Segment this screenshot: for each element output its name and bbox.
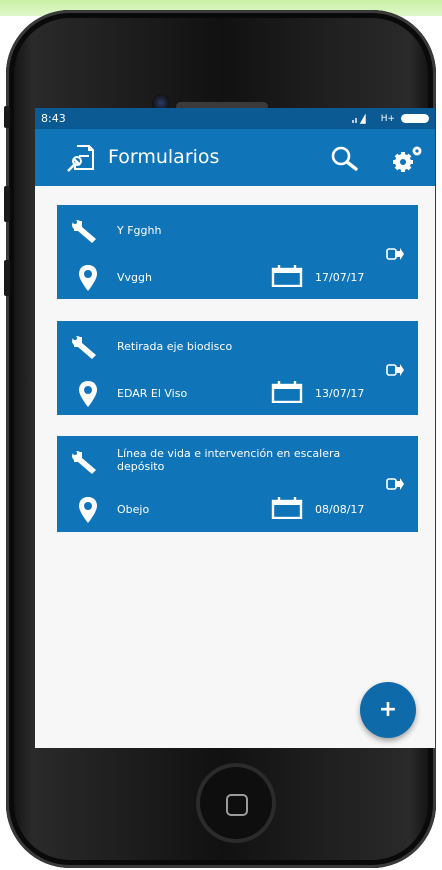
battery-icon — [401, 114, 429, 123]
network-type: H+ — [380, 113, 395, 124]
app-screen: 8:43 H+ Formularios Y Fgghh Vvggh 17/07/… — [35, 108, 435, 748]
add-form-button[interactable]: + — [360, 682, 416, 738]
status-time: 8:43 — [41, 112, 66, 125]
form-name: Y Fgghh — [117, 224, 162, 237]
form-date: 08/08/17 — [315, 503, 365, 516]
home-button-icon — [226, 794, 248, 816]
wrench-icon — [72, 220, 96, 243]
page-title: Formularios — [108, 146, 220, 168]
form-card[interactable]: Y Fgghh Vvggh 17/07/17 — [57, 205, 418, 299]
location-pin-icon — [79, 381, 97, 407]
volume-up-button — [4, 186, 10, 222]
signal-icon — [351, 113, 366, 124]
status-indicators: H+ — [351, 113, 429, 124]
calendar-icon — [271, 381, 303, 403]
calendar-icon — [271, 497, 303, 519]
form-card[interactable]: Línea de vida e intervención en escalera… — [57, 436, 418, 532]
form-card[interactable]: Retirada eje biodisco EDAR El Viso 13/07… — [57, 321, 418, 415]
app-bar: Formularios — [35, 129, 435, 186]
send-icon[interactable] — [386, 477, 404, 491]
form-location: Vvggh — [117, 271, 152, 284]
form-location: Obejo — [117, 503, 150, 516]
settings-gear-icon[interactable] — [389, 143, 425, 175]
status-bar: 8:43 H+ — [35, 108, 435, 129]
form-date: 17/07/17 — [315, 271, 365, 284]
form-location: EDAR El Viso — [117, 387, 188, 400]
volume-down-button — [4, 260, 10, 296]
send-icon[interactable] — [386, 363, 404, 377]
calendar-icon — [271, 265, 303, 287]
mute-switch — [4, 106, 10, 128]
plus-icon: + — [378, 697, 398, 722]
form-name: Línea de vida e intervención en escalera… — [117, 447, 341, 473]
form-logo-icon — [67, 145, 94, 172]
send-icon[interactable] — [386, 247, 404, 261]
location-pin-icon — [79, 497, 97, 523]
form-date: 13/07/17 — [315, 387, 365, 400]
location-pin-icon — [79, 265, 97, 291]
wrench-icon — [72, 336, 96, 359]
form-name: Retirada eje biodisco — [117, 340, 233, 353]
wrench-icon — [72, 451, 96, 474]
home-button[interactable] — [196, 763, 276, 843]
search-icon[interactable] — [329, 145, 359, 171]
